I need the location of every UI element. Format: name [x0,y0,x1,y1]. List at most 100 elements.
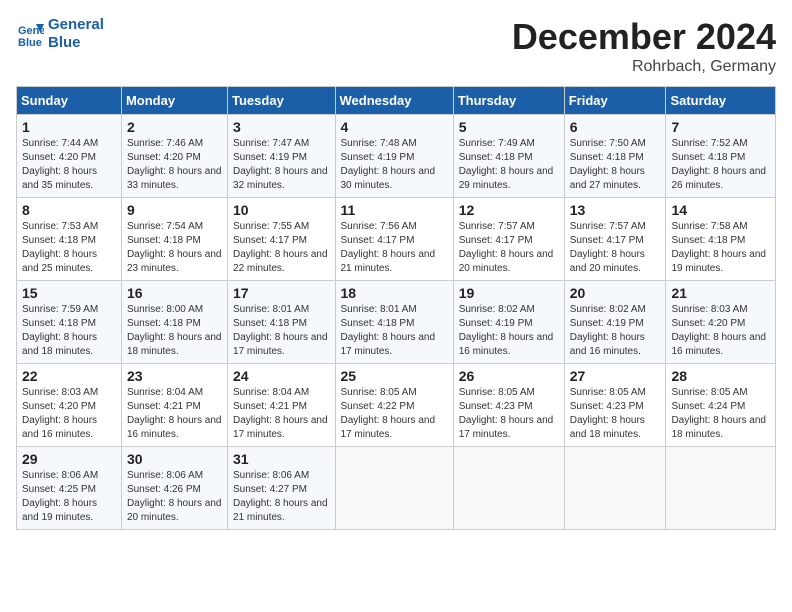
day-number: 13 [570,202,661,218]
day-cell [666,447,776,530]
day-info: Sunrise: 8:02 AMSunset: 4:19 PMDaylight:… [459,304,554,357]
day-number: 19 [459,285,559,301]
day-cell: 4 Sunrise: 7:48 AMSunset: 4:19 PMDaylight… [335,115,453,198]
day-info: Sunrise: 8:00 AMSunset: 4:18 PMDaylight:… [127,304,222,357]
day-number: 30 [127,451,222,467]
day-number: 3 [233,119,329,135]
day-number: 21 [671,285,770,301]
day-number: 11 [341,202,448,218]
day-info: Sunrise: 8:04 AMSunset: 4:21 PMDaylight:… [127,387,222,440]
day-cell: 27 Sunrise: 8:05 AMSunset: 4:23 PMDayligh… [564,364,666,447]
day-info: Sunrise: 7:49 AMSunset: 4:18 PMDaylight:… [459,138,554,191]
day-info: Sunrise: 8:05 AMSunset: 4:22 PMDaylight:… [341,387,436,440]
calendar-title: December 2024 [512,16,776,58]
day-number: 25 [341,368,448,384]
day-cell: 15 Sunrise: 7:59 AMSunset: 4:18 PMDayligh… [17,281,122,364]
calendar-table: SundayMondayTuesdayWednesdayThursdayFrid… [16,86,776,530]
day-cell: 19 Sunrise: 8:02 AMSunset: 4:19 PMDayligh… [453,281,564,364]
day-info: Sunrise: 7:57 AMSunset: 4:17 PMDaylight:… [459,221,554,274]
page-header: General Blue General Blue December 2024 … [16,16,776,76]
day-info: Sunrise: 7:53 AMSunset: 4:18 PMDaylight:… [22,221,98,274]
day-number: 23 [127,368,222,384]
day-cell: 12 Sunrise: 7:57 AMSunset: 4:17 PMDayligh… [453,198,564,281]
day-number: 2 [127,119,222,135]
day-number: 27 [570,368,661,384]
day-info: Sunrise: 8:05 AMSunset: 4:24 PMDaylight:… [671,387,766,440]
day-number: 7 [671,119,770,135]
day-info: Sunrise: 7:56 AMSunset: 4:17 PMDaylight:… [341,221,436,274]
day-number: 6 [570,119,661,135]
day-cell [564,447,666,530]
day-number: 20 [570,285,661,301]
day-info: Sunrise: 8:02 AMSunset: 4:19 PMDaylight:… [570,304,646,357]
day-number: 10 [233,202,329,218]
day-number: 1 [22,119,116,135]
header-tuesday: Tuesday [228,87,335,115]
day-cell: 13 Sunrise: 7:57 AMSunset: 4:17 PMDayligh… [564,198,666,281]
week-row-1: 1 Sunrise: 7:44 AMSunset: 4:20 PMDaylight… [17,115,776,198]
day-cell: 11 Sunrise: 7:56 AMSunset: 4:17 PMDayligh… [335,198,453,281]
header-friday: Friday [564,87,666,115]
day-cell: 8 Sunrise: 7:53 AMSunset: 4:18 PMDaylight… [17,198,122,281]
header-row: SundayMondayTuesdayWednesdayThursdayFrid… [17,87,776,115]
day-cell: 3Sunrise: 7:47 AMSunset: 4:19 PMDaylight… [228,115,335,198]
day-cell [453,447,564,530]
week-row-5: 29 Sunrise: 8:06 AMSunset: 4:25 PMDayligh… [17,447,776,530]
day-number: 16 [127,285,222,301]
header-monday: Monday [121,87,227,115]
day-cell: 20 Sunrise: 8:02 AMSunset: 4:19 PMDayligh… [564,281,666,364]
day-number: 29 [22,451,116,467]
day-number: 26 [459,368,559,384]
day-cell: 31 Sunrise: 8:06 AMSunset: 4:27 PMDayligh… [228,447,335,530]
day-cell: 9 Sunrise: 7:54 AMSunset: 4:18 PMDaylight… [121,198,227,281]
day-info: Sunrise: 7:50 AMSunset: 4:18 PMDaylight:… [570,138,646,191]
day-cell: 5Sunrise: 7:49 AMSunset: 4:18 PMDaylight… [453,115,564,198]
logo-line2: Blue [48,34,81,51]
logo-icon: General Blue [16,20,44,48]
day-number: 8 [22,202,116,218]
day-number: 12 [459,202,559,218]
logo-line1: General [48,16,104,33]
day-info: Sunrise: 7:54 AMSunset: 4:18 PMDaylight:… [127,221,222,274]
day-cell: 1 Sunrise: 7:44 AMSunset: 4:20 PMDaylight… [17,115,122,198]
day-info: Sunrise: 8:03 AMSunset: 4:20 PMDaylight:… [22,387,98,440]
day-info: Sunrise: 7:48 AMSunset: 4:19 PMDaylight:… [341,138,436,191]
title-area: December 2024 Rohrbach, Germany [512,16,776,76]
day-info: Sunrise: 8:06 AMSunset: 4:25 PMDaylight:… [22,470,98,523]
day-info: Sunrise: 8:05 AMSunset: 4:23 PMDaylight:… [459,387,554,440]
day-cell: 21Sunrise: 8:03 AMSunset: 4:20 PMDayligh… [666,281,776,364]
day-info: Sunrise: 7:44 AMSunset: 4:20 PMDaylight:… [22,138,98,191]
day-info: Sunrise: 7:57 AMSunset: 4:17 PMDaylight:… [570,221,646,274]
header-saturday: Saturday [666,87,776,115]
day-cell: 10 Sunrise: 7:55 AMSunset: 4:17 PMDayligh… [228,198,335,281]
day-info: Sunrise: 8:05 AMSunset: 4:23 PMDaylight:… [570,387,646,440]
day-info: Sunrise: 7:58 AMSunset: 4:18 PMDaylight:… [671,221,766,274]
day-number: 31 [233,451,329,467]
day-info: Sunrise: 8:06 AMSunset: 4:27 PMDaylight:… [233,470,328,523]
day-cell: 23 Sunrise: 8:04 AMSunset: 4:21 PMDayligh… [121,364,227,447]
day-number: 18 [341,285,448,301]
day-number: 9 [127,202,222,218]
day-cell: 28 Sunrise: 8:05 AMSunset: 4:24 PMDayligh… [666,364,776,447]
day-number: 14 [671,202,770,218]
day-number: 4 [341,119,448,135]
day-number: 15 [22,285,116,301]
day-number: 22 [22,368,116,384]
day-number: 17 [233,285,329,301]
week-row-4: 22 Sunrise: 8:03 AMSunset: 4:20 PMDayligh… [17,364,776,447]
week-row-2: 8 Sunrise: 7:53 AMSunset: 4:18 PMDaylight… [17,198,776,281]
day-cell: 29 Sunrise: 8:06 AMSunset: 4:25 PMDayligh… [17,447,122,530]
day-info: Sunrise: 7:55 AMSunset: 4:17 PMDaylight:… [233,221,328,274]
day-cell: 24Sunrise: 8:04 AMSunset: 4:21 PMDayligh… [228,364,335,447]
day-cell: 26 Sunrise: 8:05 AMSunset: 4:23 PMDayligh… [453,364,564,447]
day-cell: 18Sunrise: 8:01 AMSunset: 4:18 PMDayligh… [335,281,453,364]
header-sunday: Sunday [17,87,122,115]
day-info: Sunrise: 7:59 AMSunset: 4:18 PMDaylight:… [22,304,98,357]
header-wednesday: Wednesday [335,87,453,115]
day-info: Sunrise: 7:52 AMSunset: 4:18 PMDaylight:… [671,138,766,191]
day-cell: 30Sunrise: 8:06 AMSunset: 4:26 PMDayligh… [121,447,227,530]
day-number: 28 [671,368,770,384]
day-cell: 6 Sunrise: 7:50 AMSunset: 4:18 PMDaylight… [564,115,666,198]
day-cell: 17Sunrise: 8:01 AMSunset: 4:18 PMDayligh… [228,281,335,364]
day-cell: 22 Sunrise: 8:03 AMSunset: 4:20 PMDayligh… [17,364,122,447]
